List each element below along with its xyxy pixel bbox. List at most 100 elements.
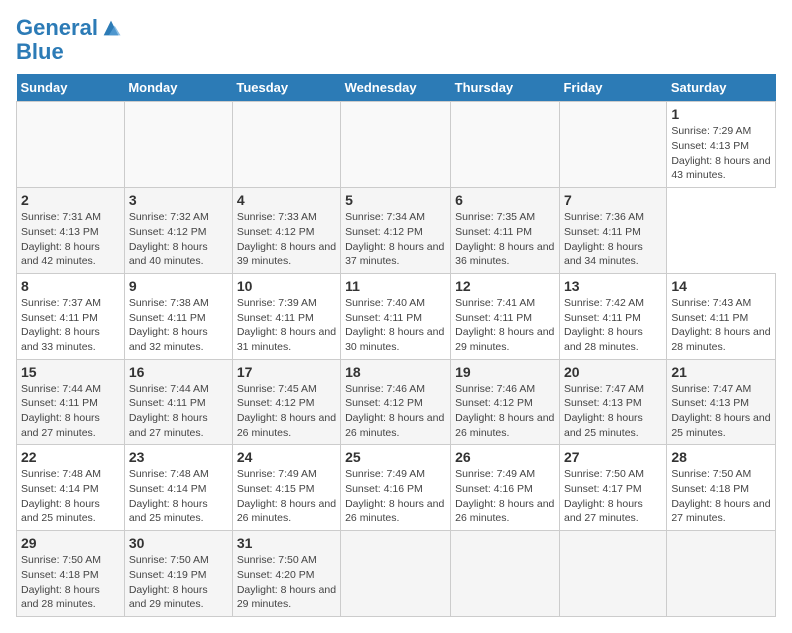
day-info: Sunrise: 7:31 AMSunset: 4:13 PMDaylight:… (21, 210, 120, 269)
calendar-cell: 15Sunrise: 7:44 AMSunset: 4:11 PMDayligh… (17, 359, 125, 445)
calendar-cell (17, 102, 125, 188)
calendar-cell (559, 531, 666, 617)
calendar-cell: 4 Sunrise: 7:33 AMSunset: 4:12 PMDaylight… (232, 188, 340, 274)
calendar-cell (559, 102, 666, 188)
day-info: Sunrise: 7:50 AMSunset: 4:18 PMDaylight:… (671, 467, 771, 526)
calendar-week-row: 15Sunrise: 7:44 AMSunset: 4:11 PMDayligh… (17, 359, 776, 445)
calendar-table: SundayMondayTuesdayWednesdayThursdayFrid… (16, 74, 776, 617)
day-info: Sunrise: 7:41 AMSunset: 4:11 PMDaylight:… (455, 296, 555, 355)
logo: General Blue (16, 16, 122, 64)
day-number: 5 (345, 192, 446, 208)
day-number: 20 (564, 364, 662, 380)
day-number: 22 (21, 449, 120, 465)
day-number: 19 (455, 364, 555, 380)
calendar-cell (124, 102, 232, 188)
day-number: 31 (237, 535, 336, 551)
calendar-cell (341, 531, 451, 617)
calendar-cell: 30 Sunrise: 7:50 AMSunset: 4:19 PMDayligh… (124, 531, 232, 617)
day-number: 12 (455, 278, 555, 294)
day-info: Sunrise: 7:48 AMSunset: 4:14 PMDaylight:… (129, 467, 228, 526)
day-number: 30 (129, 535, 228, 551)
calendar-week-row: 1Sunrise: 7:29 AMSunset: 4:13 PMDaylight… (17, 102, 776, 188)
day-info: Sunrise: 7:40 AMSunset: 4:11 PMDaylight:… (345, 296, 446, 355)
calendar-cell: 6 Sunrise: 7:35 AMSunset: 4:11 PMDaylight… (451, 188, 560, 274)
day-number: 18 (345, 364, 446, 380)
day-number: 23 (129, 449, 228, 465)
day-number: 25 (345, 449, 446, 465)
day-info: Sunrise: 7:50 AMSunset: 4:17 PMDaylight:… (564, 467, 662, 526)
day-info: Sunrise: 7:33 AMSunset: 4:12 PMDaylight:… (237, 210, 336, 269)
day-info: Sunrise: 7:49 AMSunset: 4:16 PMDaylight:… (455, 467, 555, 526)
day-info: Sunrise: 7:36 AMSunset: 4:11 PMDaylight:… (564, 210, 662, 269)
calendar-cell: 31Sunrise: 7:50 AMSunset: 4:20 PMDayligh… (232, 531, 340, 617)
day-number: 17 (237, 364, 336, 380)
calendar-week-row: 22 Sunrise: 7:48 AMSunset: 4:14 PMDayligh… (17, 445, 776, 531)
day-number: 21 (671, 364, 771, 380)
day-info: Sunrise: 7:45 AMSunset: 4:12 PMDaylight:… (237, 382, 336, 441)
logo-blue-text: Blue (16, 40, 64, 64)
calendar-week-row: 8 Sunrise: 7:37 AMSunset: 4:11 PMDaylight… (17, 273, 776, 359)
day-info: Sunrise: 7:37 AMSunset: 4:11 PMDaylight:… (21, 296, 120, 355)
day-info: Sunrise: 7:32 AMSunset: 4:12 PMDaylight:… (129, 210, 228, 269)
weekday-header-row: SundayMondayTuesdayWednesdayThursdayFrid… (17, 74, 776, 102)
day-number: 4 (237, 192, 336, 208)
calendar-cell: 22 Sunrise: 7:48 AMSunset: 4:14 PMDayligh… (17, 445, 125, 531)
day-info: Sunrise: 7:44 AMSunset: 4:11 PMDaylight:… (21, 382, 120, 441)
day-number: 29 (21, 535, 120, 551)
calendar-cell: 7 Sunrise: 7:36 AMSunset: 4:11 PMDaylight… (559, 188, 666, 274)
calendar-cell: 13 Sunrise: 7:42 AMSunset: 4:11 PMDayligh… (559, 273, 666, 359)
day-info: Sunrise: 7:48 AMSunset: 4:14 PMDaylight:… (21, 467, 120, 526)
day-info: Sunrise: 7:35 AMSunset: 4:11 PMDaylight:… (455, 210, 555, 269)
logo-text: General (16, 16, 98, 40)
calendar-cell: 14 Sunrise: 7:43 AMSunset: 4:11 PMDayligh… (667, 273, 776, 359)
calendar-cell: 18Sunrise: 7:46 AMSunset: 4:12 PMDayligh… (341, 359, 451, 445)
calendar-cell: 27Sunrise: 7:50 AMSunset: 4:17 PMDayligh… (559, 445, 666, 531)
day-number: 9 (129, 278, 228, 294)
day-number: 3 (129, 192, 228, 208)
weekday-header-tuesday: Tuesday (232, 74, 340, 102)
day-info: Sunrise: 7:39 AMSunset: 4:11 PMDaylight:… (237, 296, 336, 355)
logo-icon (100, 17, 122, 39)
day-number: 7 (564, 192, 662, 208)
calendar-week-row: 2Sunrise: 7:31 AMSunset: 4:13 PMDaylight… (17, 188, 776, 274)
weekday-header-wednesday: Wednesday (341, 74, 451, 102)
calendar-cell: 24Sunrise: 7:49 AMSunset: 4:15 PMDayligh… (232, 445, 340, 531)
calendar-cell: 11 Sunrise: 7:40 AMSunset: 4:11 PMDayligh… (341, 273, 451, 359)
day-number: 8 (21, 278, 120, 294)
day-info: Sunrise: 7:44 AMSunset: 4:11 PMDaylight:… (129, 382, 228, 441)
day-info: Sunrise: 7:34 AMSunset: 4:12 PMDaylight:… (345, 210, 446, 269)
calendar-cell (667, 531, 776, 617)
day-number: 14 (671, 278, 771, 294)
calendar-cell: 9Sunrise: 7:38 AMSunset: 4:11 PMDaylight… (124, 273, 232, 359)
calendar-cell: 16 Sunrise: 7:44 AMSunset: 4:11 PMDayligh… (124, 359, 232, 445)
calendar-cell: 19Sunrise: 7:46 AMSunset: 4:12 PMDayligh… (451, 359, 560, 445)
page-header: General Blue (16, 16, 776, 64)
weekday-header-saturday: Saturday (667, 74, 776, 102)
calendar-cell: 10Sunrise: 7:39 AMSunset: 4:11 PMDayligh… (232, 273, 340, 359)
calendar-cell: 28 Sunrise: 7:50 AMSunset: 4:18 PMDayligh… (667, 445, 776, 531)
day-info: Sunrise: 7:47 AMSunset: 4:13 PMDaylight:… (671, 382, 771, 441)
day-number: 24 (237, 449, 336, 465)
calendar-cell (451, 102, 560, 188)
calendar-cell: 17 Sunrise: 7:45 AMSunset: 4:12 PMDayligh… (232, 359, 340, 445)
calendar-cell: 1Sunrise: 7:29 AMSunset: 4:13 PMDaylight… (667, 102, 776, 188)
calendar-week-row: 29 Sunrise: 7:50 AMSunset: 4:18 PMDayligh… (17, 531, 776, 617)
day-number: 28 (671, 449, 771, 465)
day-number: 13 (564, 278, 662, 294)
weekday-header-monday: Monday (124, 74, 232, 102)
calendar-cell: 20Sunrise: 7:47 AMSunset: 4:13 PMDayligh… (559, 359, 666, 445)
calendar-cell: 5 Sunrise: 7:34 AMSunset: 4:12 PMDaylight… (341, 188, 451, 274)
day-info: Sunrise: 7:50 AMSunset: 4:18 PMDaylight:… (21, 553, 120, 612)
day-number: 11 (345, 278, 446, 294)
weekday-header-thursday: Thursday (451, 74, 560, 102)
calendar-cell: 21 Sunrise: 7:47 AMSunset: 4:13 PMDayligh… (667, 359, 776, 445)
day-info: Sunrise: 7:43 AMSunset: 4:11 PMDaylight:… (671, 296, 771, 355)
calendar-cell: 26Sunrise: 7:49 AMSunset: 4:16 PMDayligh… (451, 445, 560, 531)
calendar-cell: 23 Sunrise: 7:48 AMSunset: 4:14 PMDayligh… (124, 445, 232, 531)
day-info: Sunrise: 7:50 AMSunset: 4:19 PMDaylight:… (129, 553, 228, 612)
calendar-cell: 12 Sunrise: 7:41 AMSunset: 4:11 PMDayligh… (451, 273, 560, 359)
day-number: 6 (455, 192, 555, 208)
day-number: 16 (129, 364, 228, 380)
day-info: Sunrise: 7:42 AMSunset: 4:11 PMDaylight:… (564, 296, 662, 355)
calendar-cell (451, 531, 560, 617)
